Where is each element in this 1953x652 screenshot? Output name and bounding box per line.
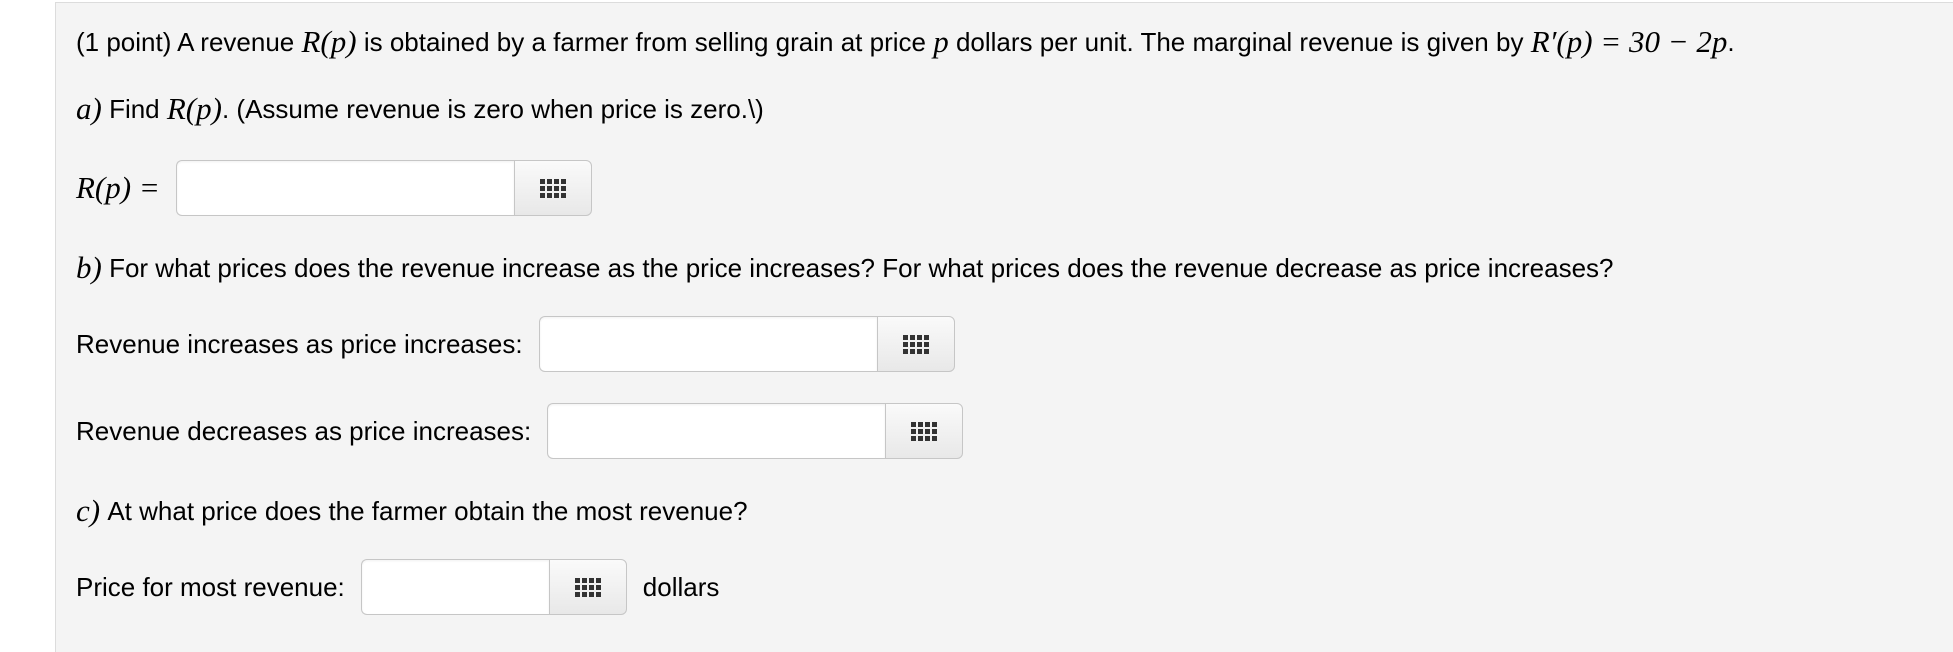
price-answer-input[interactable] [360, 559, 549, 615]
part-a-palette-button[interactable] [513, 160, 592, 216]
price-label: Price for most revenue: [76, 572, 345, 602]
part-c-text: At what price does the farmer obtain the… [107, 496, 748, 526]
part-b-decrease-row: Revenue decreases as price increases: [76, 403, 964, 459]
part-a-text-suffix: . (Assume revenue is zero when price is … [221, 94, 764, 124]
part-b-question: b) For what prices does the revenue incr… [76, 251, 1614, 285]
part-b-letter: b) [76, 250, 102, 285]
grid-icon [911, 421, 938, 441]
price-palette-button[interactable] [548, 559, 627, 615]
marginal-revenue-formula: R′(p) = 30 − 2p [1530, 24, 1728, 59]
part-a-question: a) Find R(p) . (Assume revenue is zero w… [76, 92, 764, 126]
part-a-answer-group [175, 160, 592, 216]
decrease-answer-group [547, 403, 964, 459]
decrease-palette-button[interactable] [885, 403, 964, 459]
part-a-answer-input[interactable] [175, 160, 514, 216]
part-a-letter: a) [76, 91, 102, 126]
revenue-function-symbol: R(p) [301, 24, 357, 59]
part-a-answer-label: R(p) = [76, 170, 160, 205]
part-a-R-symbol: R(p) [166, 91, 222, 126]
problem-statement: (1 point) A revenue R(p) is obtained by … [76, 25, 1735, 59]
increase-answer-group [538, 316, 955, 372]
part-c-letter: c) [76, 493, 101, 528]
intro-mid-1: is obtained by a farmer from selling gra… [363, 27, 926, 57]
price-answer-group [360, 559, 627, 615]
decrease-label: Revenue decreases as price increases: [76, 416, 532, 446]
price-units: dollars [642, 572, 720, 602]
problem-panel: (1 point) A revenue R(p) is obtained by … [55, 2, 1953, 652]
increase-answer-input[interactable] [538, 316, 877, 372]
part-b-text: For what prices does the revenue increas… [109, 253, 1614, 283]
decrease-answer-input[interactable] [547, 403, 886, 459]
grid-icon [539, 178, 566, 198]
part-b-increase-row: Revenue increases as price increases: [76, 316, 955, 372]
part-a-text-prefix: Find [109, 94, 160, 124]
price-symbol: p [933, 24, 949, 59]
part-a-answer-row: R(p) = [76, 160, 592, 216]
part-c-question: c) At what price does the farmer obtain … [76, 494, 748, 528]
part-c-answer-row: Price for most revenue: dollars [76, 559, 719, 615]
intro-prefix: (1 point) A revenue [76, 27, 295, 57]
intro-period: . [1727, 27, 1735, 57]
intro-mid-2: dollars per unit. The marginal revenue i… [955, 27, 1524, 57]
increase-palette-button[interactable] [876, 316, 955, 372]
grid-icon [574, 577, 601, 597]
increase-label: Revenue increases as price increases: [76, 329, 523, 359]
grid-icon [902, 334, 929, 354]
